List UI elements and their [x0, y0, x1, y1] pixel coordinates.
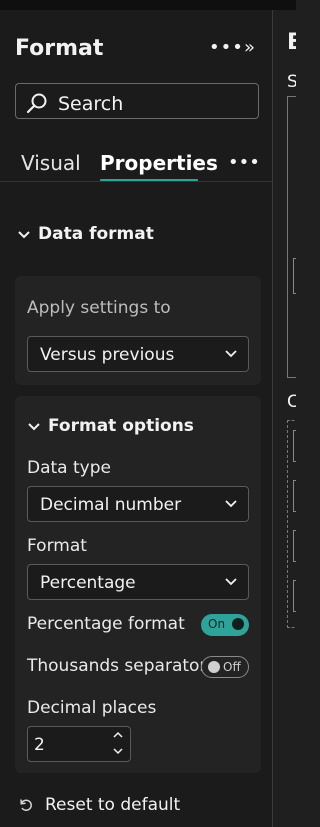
chevron-down-icon — [225, 500, 237, 508]
thousands-separator-toggle[interactable]: Off — [201, 656, 249, 678]
reset-icon — [20, 799, 32, 811]
adjacent-pane-label: S — [287, 72, 296, 92]
spinner-down-icon[interactable] — [112, 746, 124, 756]
pane-title: Format — [15, 36, 104, 61]
top-bar — [0, 0, 296, 10]
apply-settings-label: Apply settings to — [27, 298, 171, 318]
adjacent-pane: B S C — [273, 10, 296, 827]
adjacent-pane-title: B — [287, 30, 296, 55]
data-type-value: Decimal number — [40, 495, 182, 515]
chevron-down-icon — [225, 578, 237, 586]
toggle-knob — [208, 661, 220, 673]
decimal-places-stepper[interactable]: 2 — [27, 726, 131, 762]
toggle-knob — [232, 618, 244, 630]
apply-settings-value: Versus previous — [40, 345, 175, 365]
adjacent-pane-box — [287, 96, 296, 378]
chevron-down-icon — [18, 227, 30, 243]
chevron-down-icon — [28, 419, 40, 435]
adjacent-pane-label-2: C — [287, 392, 296, 412]
tabs-divider — [0, 181, 272, 182]
tab-more-icon[interactable]: ••• — [228, 152, 260, 173]
format-options-header[interactable]: Format options — [28, 416, 194, 436]
adjacent-pane-field[interactable] — [293, 530, 296, 562]
decimal-places-label: Decimal places — [27, 698, 157, 718]
adjacent-pane-inner — [293, 258, 296, 294]
adjacent-pane-field[interactable] — [293, 580, 296, 612]
spinner-up-icon[interactable] — [112, 730, 124, 740]
search-input[interactable]: Search — [15, 83, 259, 119]
adjacent-pane-field[interactable] — [293, 430, 296, 462]
data-type-label: Data type — [27, 458, 111, 478]
format-options-card: Format options Data type Decimal number … — [15, 396, 261, 773]
adjacent-pane-field[interactable] — [293, 480, 296, 512]
format-value: Percentage — [40, 573, 136, 593]
percentage-format-label: Percentage format — [27, 614, 185, 634]
data-format-header[interactable]: Data format — [18, 224, 154, 244]
format-dropdown[interactable]: Percentage — [27, 564, 249, 600]
format-pane: Format ••• » Search Visual Properties ••… — [0, 10, 272, 827]
apply-settings-dropdown[interactable]: Versus previous — [27, 336, 249, 372]
chevron-down-icon — [225, 350, 237, 358]
toggle-state-text: Off — [223, 660, 241, 674]
collapse-pane-icon[interactable]: » — [244, 37, 255, 58]
data-format-title: Data format — [38, 224, 154, 244]
format-label: Format — [27, 536, 87, 556]
tab-properties[interactable]: Properties — [100, 151, 218, 175]
data-type-dropdown[interactable]: Decimal number — [27, 486, 249, 522]
more-options-icon[interactable]: ••• — [209, 37, 244, 58]
search-icon — [26, 93, 47, 114]
percentage-format-toggle[interactable]: On — [201, 614, 249, 636]
search-placeholder: Search — [58, 93, 124, 115]
decimal-places-value: 2 — [34, 735, 45, 755]
apply-settings-card: Apply settings to Versus previous — [15, 276, 261, 385]
tab-visual[interactable]: Visual — [21, 151, 81, 175]
format-options-title: Format options — [48, 416, 194, 436]
toggle-state-text: On — [208, 617, 226, 631]
thousands-separator-label: Thousands separator — [27, 656, 207, 676]
reset-label: Reset to default — [45, 795, 181, 815]
